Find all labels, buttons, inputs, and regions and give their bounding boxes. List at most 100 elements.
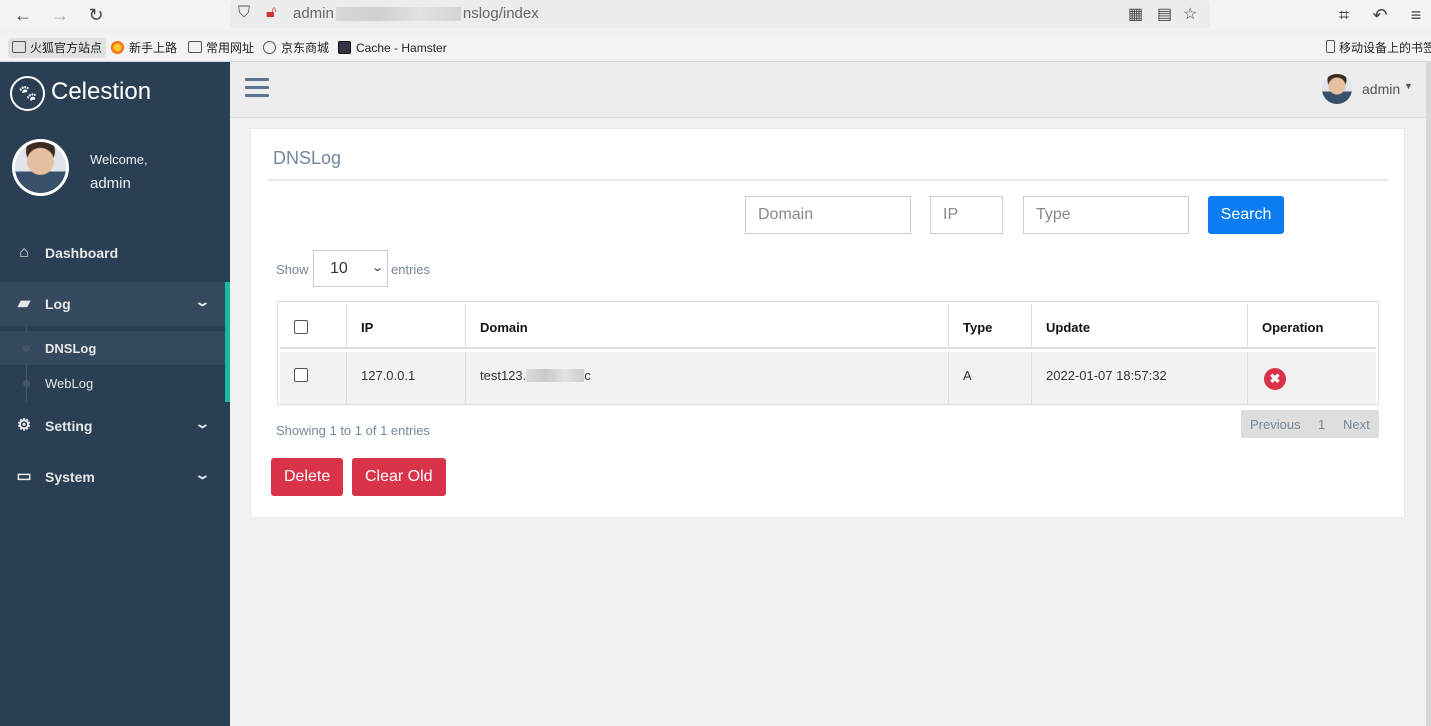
sidebar-item-system[interactable]: ▭ System ⌄ bbox=[0, 455, 230, 499]
sidebar-item-weblog[interactable]: WebLog bbox=[0, 366, 225, 400]
table-header-select bbox=[280, 304, 347, 349]
type-input[interactable] bbox=[1023, 196, 1189, 234]
bookmark-common-sites[interactable]: 常用网址 bbox=[184, 38, 258, 58]
address-bar[interactable]: ⛉ 🔓︎ admin nslog/index ▦ ▤ ☆ bbox=[230, 0, 1210, 28]
sidebar-item-label: WebLog bbox=[45, 376, 94, 391]
log-submenu: DNSLog WebLog bbox=[0, 326, 230, 402]
sidebar-item-label: Setting bbox=[45, 418, 93, 434]
folder-icon bbox=[12, 41, 26, 53]
bookmark-firefox-official[interactable]: 火狐官方站点 bbox=[8, 38, 107, 58]
table-header-update[interactable]: Update bbox=[1032, 304, 1248, 349]
hamburger-menu-icon[interactable] bbox=[245, 78, 269, 98]
table-cell-update: 2022-01-07 18:57:32 bbox=[1032, 352, 1248, 404]
select-all-checkbox[interactable] bbox=[294, 320, 308, 334]
brand-name: Celestion bbox=[51, 78, 152, 105]
caret-down-icon[interactable]: ▼ bbox=[1404, 81, 1413, 91]
bookmark-star-icon[interactable]: ☆ bbox=[1183, 4, 1197, 24]
chevron-down-icon: ⌄ bbox=[194, 416, 211, 431]
hamster-icon bbox=[338, 41, 351, 54]
entries-label: entries bbox=[391, 262, 431, 277]
page-title: DNSLog bbox=[273, 148, 342, 168]
chevron-down-icon: ⌄ bbox=[194, 467, 211, 482]
chevron-down-icon: ⌄ bbox=[370, 262, 384, 274]
url-prefix: admin bbox=[293, 5, 334, 22]
sidebar-item-log[interactable]: ▰ Log ⌄ bbox=[0, 282, 230, 326]
submenu-dot bbox=[23, 380, 30, 387]
dnslog-panel: DNSLog Search Show 10 ⌄ entries IP Domai… bbox=[250, 128, 1405, 518]
divider bbox=[268, 179, 1388, 181]
laptop-icon: ▭ bbox=[16, 468, 32, 485]
table-cell-type: A bbox=[949, 352, 1032, 404]
delete-button[interactable]: Delete bbox=[271, 458, 344, 496]
reload-icon[interactable]: ↻ bbox=[85, 4, 107, 26]
pagination: Previous 1 Next bbox=[1241, 410, 1379, 438]
firefox-icon bbox=[111, 41, 124, 54]
row-checkbox[interactable] bbox=[294, 368, 308, 382]
menu-icon[interactable]: ≡ bbox=[1405, 4, 1427, 26]
undo-icon[interactable]: ↶ bbox=[1369, 4, 1391, 26]
forward-arrow-icon[interactable]: → bbox=[49, 4, 71, 26]
crop-icon[interactable]: ⌗ bbox=[1333, 4, 1355, 26]
bookmark-jd[interactable]: 京东商城 bbox=[259, 38, 333, 58]
table-row-select bbox=[280, 352, 347, 404]
welcome-text: Welcome, bbox=[90, 152, 148, 167]
sidebar-item-label: Dashboard bbox=[45, 245, 119, 261]
insecure-lock-icon[interactable]: 🔓︎ bbox=[266, 4, 276, 22]
url-redacted bbox=[335, 7, 461, 22]
browser-toolbar: ← → ↻ ⛉ 🔓︎ admin nslog/index ▦ ▤ ☆ ⌗ ↶ ≡ bbox=[0, 0, 1431, 30]
table-header-operation: Operation bbox=[1248, 304, 1376, 349]
profile-avatar bbox=[12, 139, 69, 196]
select-value: 10 bbox=[330, 260, 348, 277]
show-label: Show bbox=[276, 262, 309, 277]
bookmark-cache-hamster[interactable]: Cache - Hamster bbox=[334, 38, 451, 58]
sidebar-item-label: System bbox=[45, 469, 95, 485]
delete-row-icon[interactable]: ✖ bbox=[1264, 368, 1286, 390]
welcome-username: admin bbox=[90, 175, 131, 192]
bookmarks-toolbar: 火狐官方站点 新手上路 常用网址 京东商城 Cache - Hamster 移动… bbox=[0, 34, 1431, 62]
ip-input[interactable] bbox=[930, 196, 1003, 234]
domain-value: test123. c bbox=[480, 368, 591, 383]
url-text[interactable]: admin nslog/index bbox=[293, 5, 539, 22]
url-suffix: nslog/index bbox=[462, 5, 539, 22]
sidebar: 🐾︎ Celestion Welcome, admin ⌂ Dashboard … bbox=[0, 62, 230, 726]
next-page-button[interactable]: Next bbox=[1343, 417, 1370, 432]
reader-view-icon[interactable]: ▤ bbox=[1157, 4, 1172, 24]
user-menu[interactable]: admin bbox=[1362, 81, 1400, 97]
paw-icon: 🐾︎ bbox=[10, 76, 45, 111]
page-1-button[interactable]: 1 bbox=[1318, 417, 1325, 432]
sidebar-item-dashboard[interactable]: ⌂ Dashboard bbox=[0, 231, 230, 275]
avatar-image bbox=[15, 142, 66, 193]
clear-old-button[interactable]: Clear Old bbox=[352, 458, 446, 496]
table-header-domain[interactable]: Domain bbox=[466, 304, 949, 349]
globe-icon bbox=[263, 41, 276, 54]
qr-code-icon[interactable]: ▦ bbox=[1128, 4, 1143, 24]
search-button[interactable]: Search bbox=[1208, 196, 1284, 234]
sidebar-item-dnslog[interactable]: DNSLog bbox=[0, 331, 225, 365]
domain-input[interactable] bbox=[745, 196, 911, 234]
entries-length-select[interactable]: 10 ⌄ bbox=[313, 250, 388, 287]
dnslog-table: IP Domain Type Update Operation 127.0.0.… bbox=[277, 301, 1379, 405]
shield-icon[interactable]: ⛉ bbox=[238, 4, 250, 22]
user-avatar[interactable] bbox=[1322, 74, 1352, 104]
domain-redacted bbox=[526, 369, 585, 382]
sidebar-item-label: DNSLog bbox=[45, 341, 97, 356]
table-header-type[interactable]: Type bbox=[949, 304, 1032, 349]
folder-icon bbox=[188, 41, 202, 53]
table-cell-domain: test123. c bbox=[466, 352, 949, 404]
table-cell-ip: 127.0.0.1 bbox=[347, 352, 466, 404]
previous-page-button[interactable]: Previous bbox=[1250, 417, 1301, 432]
chevron-down-icon: ⌄ bbox=[194, 294, 211, 309]
table-header-ip[interactable]: IP bbox=[347, 304, 466, 349]
sidebar-item-setting[interactable]: ⚙ Setting ⌄ bbox=[0, 404, 230, 448]
home-icon: ⌂ bbox=[19, 244, 29, 261]
brand[interactable]: 🐾︎ Celestion bbox=[0, 62, 230, 124]
bookmark-mobile[interactable]: 移动设备上的书签 bbox=[1322, 38, 1431, 58]
phone-icon bbox=[1326, 40, 1335, 53]
book-icon: ▰ bbox=[17, 295, 31, 312]
bookmark-getting-started[interactable]: 新手上路 bbox=[107, 38, 181, 58]
sidebar-item-label: Log bbox=[45, 296, 71, 312]
scrollbar[interactable] bbox=[1426, 62, 1431, 726]
top-navbar: admin ▼ bbox=[230, 62, 1431, 118]
back-arrow-icon[interactable]: ← bbox=[12, 4, 34, 26]
gear-icon: ⚙ bbox=[16, 417, 32, 434]
